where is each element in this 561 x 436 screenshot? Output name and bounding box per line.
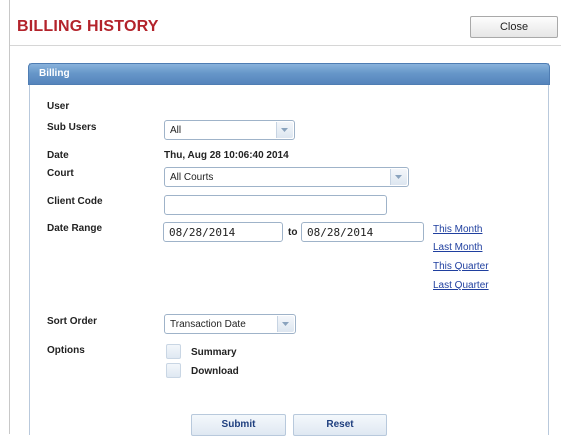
summary-checkbox[interactable] bbox=[166, 344, 181, 359]
court-select-value: All Courts bbox=[170, 172, 214, 183]
sub-users-label: Sub Users bbox=[47, 122, 97, 133]
page-title: BILLING HISTORY bbox=[17, 18, 159, 35]
reset-button[interactable]: Reset bbox=[293, 414, 387, 436]
download-checkbox[interactable] bbox=[166, 363, 181, 378]
title-divider bbox=[10, 45, 561, 46]
court-select[interactable]: All Courts bbox=[164, 167, 409, 187]
options-label: Options bbox=[47, 345, 85, 356]
page-frame-border bbox=[9, 0, 10, 434]
billing-panel-header: Billing bbox=[28, 63, 550, 85]
billing-panel-title: Billing bbox=[39, 68, 70, 79]
client-code-label: Client Code bbox=[47, 196, 103, 207]
date-value: Thu, Aug 28 10:06:40 2014 bbox=[164, 150, 289, 161]
chevron-down-icon[interactable] bbox=[277, 316, 294, 332]
date-range-label: Date Range bbox=[47, 223, 103, 234]
date-from-input[interactable] bbox=[163, 222, 283, 242]
last-quarter-link[interactable]: Last Quarter bbox=[433, 280, 489, 291]
date-range-to-label: to bbox=[288, 227, 298, 238]
date-to-input[interactable] bbox=[301, 222, 424, 242]
date-label: Date bbox=[47, 150, 69, 161]
sub-users-select-value: All bbox=[170, 125, 182, 136]
last-month-link[interactable]: Last Month bbox=[433, 242, 482, 253]
sort-order-label: Sort Order bbox=[47, 316, 98, 327]
summary-checkbox-label[interactable]: Summary bbox=[191, 347, 237, 358]
user-label: User bbox=[47, 101, 70, 112]
this-month-link[interactable]: This Month bbox=[433, 224, 482, 235]
client-code-input[interactable] bbox=[164, 195, 387, 215]
chevron-down-icon[interactable] bbox=[390, 169, 407, 185]
court-label: Court bbox=[47, 168, 74, 179]
sort-order-select[interactable]: Transaction Date bbox=[164, 314, 296, 334]
sub-users-select[interactable]: All bbox=[164, 120, 295, 140]
chevron-down-icon[interactable] bbox=[276, 122, 293, 138]
submit-button[interactable]: Submit bbox=[191, 414, 286, 436]
close-button[interactable]: Close bbox=[470, 16, 558, 38]
download-checkbox-label[interactable]: Download bbox=[191, 366, 239, 377]
this-quarter-link[interactable]: This Quarter bbox=[433, 261, 489, 272]
sort-order-select-value: Transaction Date bbox=[170, 319, 246, 330]
